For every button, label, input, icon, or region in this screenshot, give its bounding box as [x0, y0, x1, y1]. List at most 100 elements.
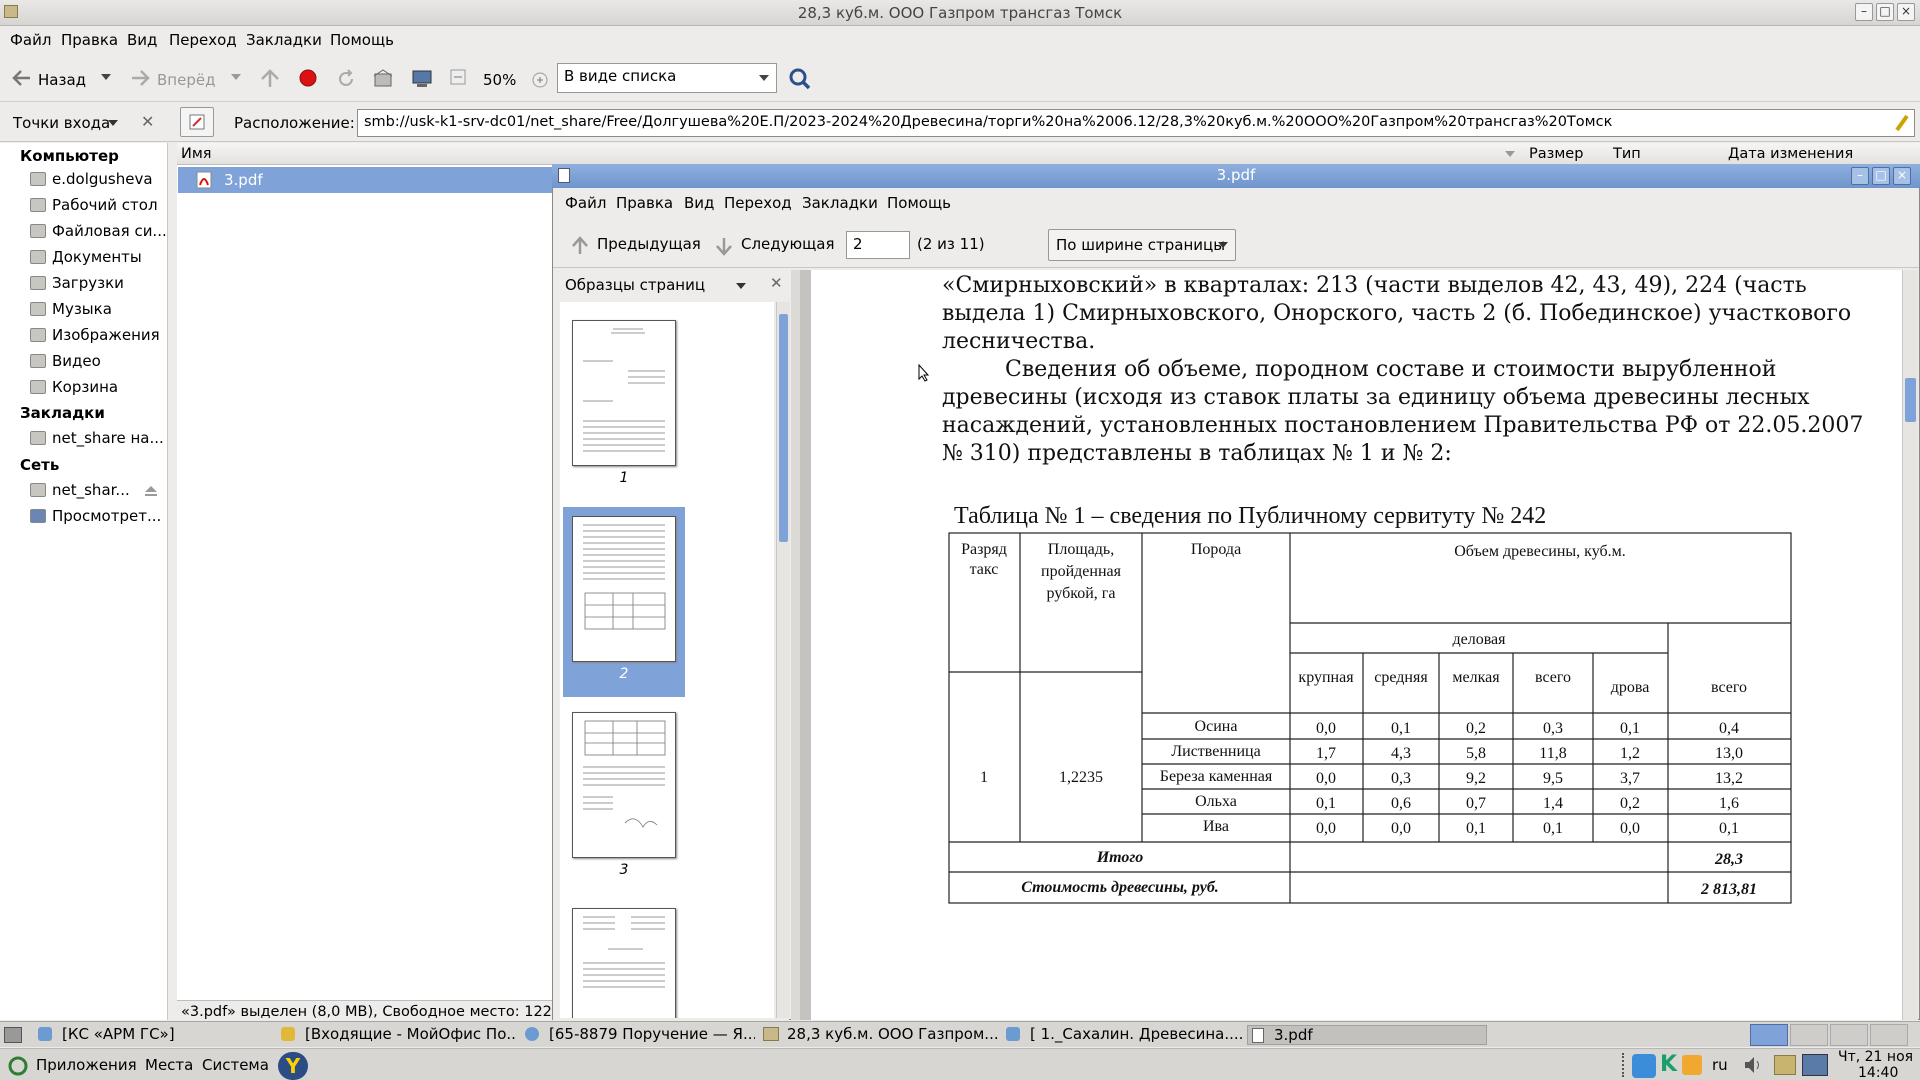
volume-icon[interactable]: [1743, 1055, 1763, 1075]
volume-cell: 9,2: [1466, 770, 1486, 787]
yandex-browser-icon[interactable]: Y: [278, 1052, 308, 1080]
tray-app-icon[interactable]: [1682, 1055, 1702, 1075]
time-label[interactable]: 14:40: [1858, 1065, 1898, 1080]
sidebar-item-filesystem[interactable]: Файловая си...: [30, 220, 166, 244]
system-menu[interactable]: Система: [202, 1056, 269, 1074]
sidebar-item-videos[interactable]: Видео: [30, 350, 166, 374]
previous-page-button[interactable]: Предыдущая: [597, 235, 701, 253]
app-icon: [1006, 1027, 1020, 1041]
close-sidebar-icon[interactable]: ✕: [141, 112, 154, 131]
thumbnail-scrollbar[interactable]: [776, 302, 790, 1018]
column-type[interactable]: Тип: [1613, 146, 1641, 162]
menu-help[interactable]: Помощь: [330, 31, 394, 49]
thumbnail-scrollbar-thumb[interactable]: [779, 314, 788, 542]
menu-view[interactable]: Вид: [127, 31, 157, 49]
workspace-3[interactable]: [1830, 1024, 1868, 1046]
volume-cell: 9,5: [1543, 770, 1563, 787]
pdf-close-button[interactable]: ×: [1893, 167, 1911, 185]
applications-menu[interactable]: Приложения: [36, 1056, 137, 1074]
reload-icon[interactable]: [336, 69, 356, 89]
task-item-6[interactable]: 3.pdf: [1247, 1025, 1487, 1045]
chevron-down-icon[interactable]: [108, 120, 118, 127]
maximize-button[interactable]: □: [1876, 3, 1894, 21]
column-size[interactable]: Размер: [1529, 146, 1583, 162]
back-button[interactable]: Назад: [38, 71, 86, 89]
edit-location-button[interactable]: [180, 107, 214, 137]
page-thumbnail-3[interactable]: [572, 712, 676, 858]
task-item-5[interactable]: [ 1._Сахалин. Древесина....: [1006, 1025, 1242, 1045]
menu-edit[interactable]: Правка: [61, 31, 118, 49]
forward-button[interactable]: Вперёд: [157, 71, 215, 89]
stop-icon[interactable]: [299, 69, 317, 87]
document-scrollbar[interactable]: [1902, 270, 1918, 1020]
workspace-1[interactable]: [1750, 1024, 1788, 1046]
task-item-2[interactable]: [Входящие - МойОфис По...: [281, 1025, 517, 1045]
next-page-button[interactable]: Следующая: [741, 235, 835, 253]
search-icon[interactable]: [789, 68, 811, 90]
pdf-menu-help[interactable]: Помощь: [887, 194, 951, 212]
pdf-menu-bookmarks[interactable]: Закладки: [802, 194, 878, 212]
sidebar-item-desktop[interactable]: Рабочий стол: [30, 194, 166, 218]
column-name[interactable]: Имя: [181, 146, 212, 162]
pdf-menu-go[interactable]: Переход: [724, 194, 792, 212]
pdf-minimize-button[interactable]: –: [1851, 167, 1869, 185]
sidebar-item-bookmark[interactable]: net_share на...: [30, 427, 166, 451]
task-item-4[interactable]: 28,3 куб.м. ООО Газпром...: [763, 1025, 999, 1045]
workspace-2[interactable]: [1790, 1024, 1828, 1046]
date-label[interactable]: Чт, 21 ноя: [1838, 1049, 1913, 1065]
page-thumbnail-1[interactable]: [572, 320, 676, 466]
workspace-4[interactable]: [1870, 1024, 1908, 1046]
zoom-in-icon[interactable]: [532, 72, 548, 88]
sidebar-item-documents[interactable]: Документы: [30, 246, 166, 270]
page-thumbnail-4[interactable]: [572, 908, 676, 1018]
chevron-down-icon[interactable]: [100, 73, 112, 81]
places-menu[interactable]: Места: [145, 1056, 193, 1074]
home-icon[interactable]: [373, 69, 393, 89]
close-button[interactable]: ×: [1897, 3, 1915, 21]
pdf-menu-edit[interactable]: Правка: [616, 194, 673, 212]
clear-icon[interactable]: [1894, 112, 1910, 132]
zoom-out-icon[interactable]: [450, 69, 466, 85]
gosuslugi-icon[interactable]: [1632, 1054, 1656, 1078]
close-pane-icon[interactable]: ✕: [770, 274, 783, 292]
sidebar-item-network-share[interactable]: net_shar...: [30, 479, 166, 503]
keyboard-layout[interactable]: ru: [1712, 1056, 1728, 1074]
pane-splitter[interactable]: [791, 270, 800, 1020]
kontur-icon[interactable]: K: [1660, 1052, 1677, 1077]
computer-icon[interactable]: [411, 69, 433, 89]
menu-file[interactable]: Файл: [10, 31, 51, 49]
sidebar-item-home[interactable]: e.dolgusheva: [30, 168, 166, 192]
eject-icon[interactable]: [144, 485, 158, 497]
page-thumbnail-2[interactable]: [572, 516, 676, 662]
page-number-input[interactable]: 2: [846, 231, 910, 259]
volume-cell: 0,1: [1466, 820, 1486, 837]
clipboard-icon[interactable]: [1774, 1055, 1796, 1075]
up-arrow-icon[interactable]: [260, 69, 280, 89]
sidebar-item-downloads[interactable]: Загрузки: [30, 272, 166, 296]
show-desktop-icon[interactable]: [4, 1027, 22, 1043]
file-row[interactable]: 3.pdf: [178, 167, 558, 193]
chevron-down-icon[interactable]: [736, 283, 746, 290]
minimize-button[interactable]: –: [1855, 3, 1873, 21]
task-item-1[interactable]: [КС «АРМ ГС»]: [38, 1025, 266, 1045]
sidebar-item-pictures[interactable]: Изображения: [30, 324, 166, 348]
pdf-menu-file[interactable]: Файл: [565, 194, 606, 212]
sidebar-item-music[interactable]: Музыка: [30, 298, 166, 322]
task-item-3[interactable]: [65-8879 Поручение — Я...: [525, 1025, 755, 1045]
sidebar-item-trash[interactable]: Корзина: [30, 376, 166, 400]
menu-go[interactable]: Переход: [169, 31, 237, 49]
volume-cell: 1,2: [1620, 745, 1640, 762]
view-mode-select[interactable]: В виде списка: [557, 63, 777, 93]
places-selector[interactable]: Точки входа: [13, 114, 110, 132]
location-input[interactable]: smb://usk-k1-srv-dc01/net_share/Free/Дол…: [357, 109, 1915, 137]
volume-cell: 1,7: [1316, 745, 1336, 762]
network-status-icon[interactable]: [1802, 1054, 1828, 1076]
pdf-maximize-button[interactable]: □: [1872, 167, 1890, 185]
sidebar-item-browse-network[interactable]: Просмотрет...: [30, 505, 166, 529]
menu-bookmarks[interactable]: Закладки: [246, 31, 322, 49]
pdf-menu-view[interactable]: Вид: [684, 194, 714, 212]
column-modified[interactable]: Дата изменения: [1728, 146, 1853, 162]
zoom-fit-select[interactable]: По ширине страницы: [1048, 229, 1236, 261]
chevron-down-icon[interactable]: [230, 73, 242, 81]
document-scrollbar-thumb[interactable]: [1905, 378, 1916, 422]
